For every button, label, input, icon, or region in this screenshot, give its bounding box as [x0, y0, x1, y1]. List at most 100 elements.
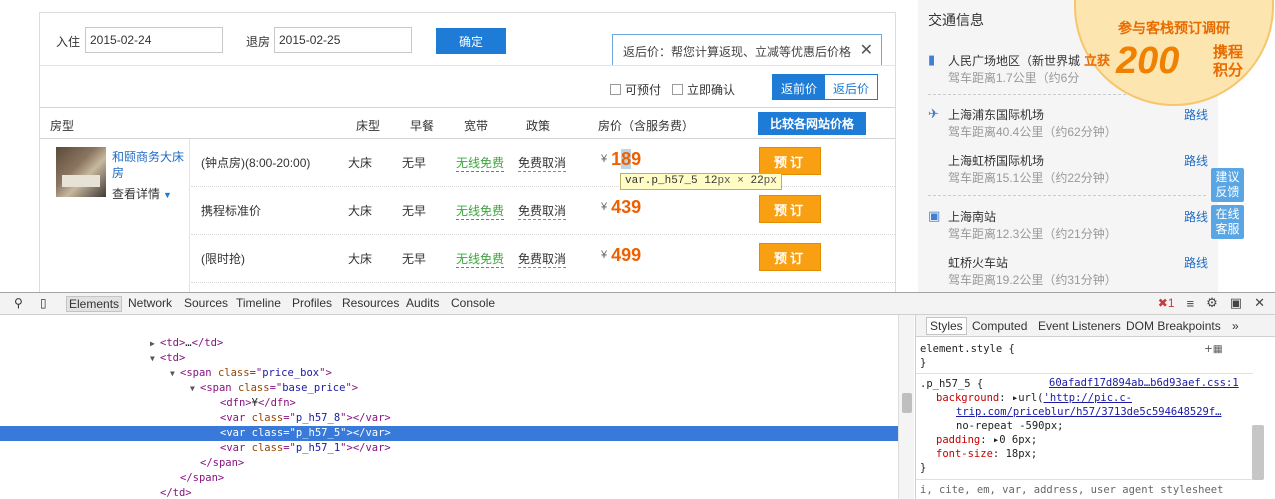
collapse-triangle-icon[interactable]: ▼	[190, 381, 200, 396]
dom-node[interactable]: <dfn>¥</dfn>	[0, 396, 898, 411]
tab-sources[interactable]: Sources	[184, 296, 228, 310]
triangle-down-icon: ▼	[163, 190, 172, 200]
wifi-info[interactable]: 无线免费	[456, 250, 505, 268]
prop-name: background	[936, 392, 1000, 404]
prop-value: 0 6px;	[999, 434, 1038, 446]
gear-icon[interactable]: ⚙	[1206, 295, 1218, 311]
attr-name: class	[237, 382, 270, 394]
tag-close: </var>	[352, 427, 391, 439]
checkin-input[interactable]	[85, 27, 223, 53]
add-rule-icon[interactable]: +▦	[1204, 342, 1223, 356]
error-badge[interactable]: ✖1	[1158, 296, 1175, 310]
attr-value: p_h57_5	[295, 427, 341, 439]
book-button[interactable]: 预订	[759, 243, 821, 271]
search-icon[interactable]: ⚲	[14, 296, 23, 310]
checkout-input[interactable]	[274, 27, 412, 53]
css-background-prop[interactable]: background: ▸url('http://pic.c-	[936, 391, 1132, 405]
close-icon[interactable]: ✕	[860, 40, 873, 60]
collapse-triangle-icon[interactable]: ▼	[150, 351, 160, 366]
before-rebate-tab[interactable]: 返前价	[773, 75, 826, 99]
rate-plan: (钟点房)(8:00-20:00)	[201, 156, 311, 170]
rule-source-link[interactable]: 60afadf17d894ab…b6d93aef.css:1	[1049, 377, 1239, 389]
price: ¥189	[601, 149, 641, 170]
feedback-button[interactable]: 建议反馈	[1211, 168, 1244, 202]
rebate-tooltip-text: 返后价：帮您计算返现、立减等优惠后价格	[623, 45, 852, 59]
expand-triangle-icon[interactable]: ▶	[150, 336, 160, 351]
dom-node[interactable]: ▼ <span class="price_box">	[0, 366, 898, 381]
attr-value: p_h57_1	[295, 442, 341, 454]
price: ¥499	[601, 245, 641, 266]
attr-name: class	[251, 412, 284, 424]
tab-event-listeners[interactable]: Event Listeners	[1038, 319, 1121, 333]
tab-resources[interactable]: Resources	[342, 296, 399, 310]
transit-name: 上海虹桥国际机场	[948, 154, 1045, 168]
after-rebate-tab[interactable]: 返后价	[825, 75, 878, 99]
tab-more[interactable]: »	[1232, 319, 1239, 333]
dom-node[interactable]: <var class="p_h57_8"></var>	[0, 411, 898, 426]
room-list-panel: 入住 退房 确定 返后价：帮您计算返现、立减等优惠后价格 ✕ 可预付 立即确认 …	[39, 12, 896, 292]
ua-stylesheet-line: i, cite, em, var, address, user agent st…	[920, 484, 1224, 496]
room-photo[interactable]	[56, 147, 106, 197]
tab-dom-breakpoints[interactable]: DOM Breakpoints	[1126, 319, 1221, 333]
tab-elements[interactable]: Elements	[66, 296, 123, 312]
wifi-info[interactable]: 无线免费	[456, 154, 505, 172]
styles-scrollbar-thumb[interactable]	[1252, 425, 1264, 480]
book-button[interactable]: 预订	[759, 147, 821, 175]
rate-row: 携程标准价 大床 无早 无线免费 免费取消 ¥439 预订	[191, 187, 895, 235]
room-detail-link[interactable]: 查看详情 ▼	[112, 185, 172, 202]
checkbox-icon	[672, 84, 683, 95]
compare-prices-button[interactable]: 比较各网站价格	[758, 112, 866, 135]
tab-console[interactable]: Console	[451, 296, 495, 310]
tag-name: var	[226, 442, 246, 454]
dom-node[interactable]: <var class="p_h57_1"></var>	[0, 441, 898, 456]
drawer-icon[interactable]: ≡	[1187, 296, 1195, 311]
url-link[interactable]: trip.com/priceblur/h57/3713de5c594648529…	[956, 405, 1222, 419]
device-icon[interactable]: ▯	[40, 296, 47, 310]
url-link[interactable]: 'http://pic.c-	[1044, 392, 1133, 404]
dom-tree-scrollbar[interactable]	[898, 315, 914, 499]
promo-suffix: 携程积分	[1212, 44, 1243, 79]
scrollbar-thumb[interactable]	[902, 393, 912, 413]
route-link[interactable]: 路线	[1184, 106, 1208, 123]
divider	[916, 479, 1253, 480]
col-broadband: 宽带	[464, 119, 489, 133]
cancel-policy[interactable]: 免费取消	[518, 250, 567, 268]
confirm-button[interactable]: 确定	[436, 28, 506, 54]
cancel-policy[interactable]: 免费取消	[518, 154, 567, 172]
dock-icon[interactable]: ▣	[1230, 295, 1242, 311]
dom-node[interactable]: ▼ <td>	[0, 351, 898, 366]
cancel-policy[interactable]: 免费取消	[518, 202, 567, 220]
book-button[interactable]: 预订	[759, 195, 821, 223]
css-fontsize-prop[interactable]: font-size: 18px;	[936, 447, 1037, 461]
breakfast: 无早	[402, 252, 427, 266]
currency: ¥	[601, 153, 608, 165]
css-padding-prop[interactable]: padding: ▸0 6px;	[936, 433, 1037, 447]
tag-open: </td>	[160, 487, 192, 499]
dom-node[interactable]: ▼ <span class="base_price">	[0, 381, 898, 396]
bookable-checkbox[interactable]: 可预付	[610, 81, 661, 98]
dom-node[interactable]: </td>	[0, 486, 898, 499]
tab-audits[interactable]: Audits	[406, 296, 439, 310]
tab-timeline[interactable]: Timeline	[236, 296, 281, 310]
tab-styles[interactable]: Styles	[926, 317, 967, 335]
dom-node-selected[interactable]: <var class="p_h57_5"></var>	[0, 426, 898, 441]
route-link[interactable]: 路线	[1184, 254, 1208, 271]
route-link[interactable]: 路线	[1184, 208, 1208, 225]
online-service-button[interactable]: 在线客服	[1211, 205, 1244, 239]
instant-confirm-checkbox[interactable]: 立即确认	[672, 81, 735, 98]
tab-computed[interactable]: Computed	[972, 319, 1027, 333]
dom-node[interactable]: ▶ <td>…</td>	[0, 336, 898, 351]
tab-network[interactable]: Network	[128, 296, 172, 310]
checkin-label: 入住	[56, 35, 81, 49]
wifi-info[interactable]: 无线免费	[456, 202, 505, 220]
bookable-label: 可预付	[625, 83, 662, 97]
close-icon[interactable]: ✕	[1254, 295, 1265, 311]
collapse-triangle-icon[interactable]: ▼	[170, 366, 180, 381]
tag-open: <td>	[160, 337, 186, 349]
route-link[interactable]: 路线	[1184, 152, 1208, 169]
tab-profiles[interactable]: Profiles	[292, 296, 332, 310]
dom-node[interactable]: </span>	[0, 471, 898, 486]
tag-name: span	[186, 367, 212, 379]
room-name-link[interactable]: 和颐商务大床房	[112, 149, 188, 181]
dom-node[interactable]: </span>	[0, 456, 898, 471]
